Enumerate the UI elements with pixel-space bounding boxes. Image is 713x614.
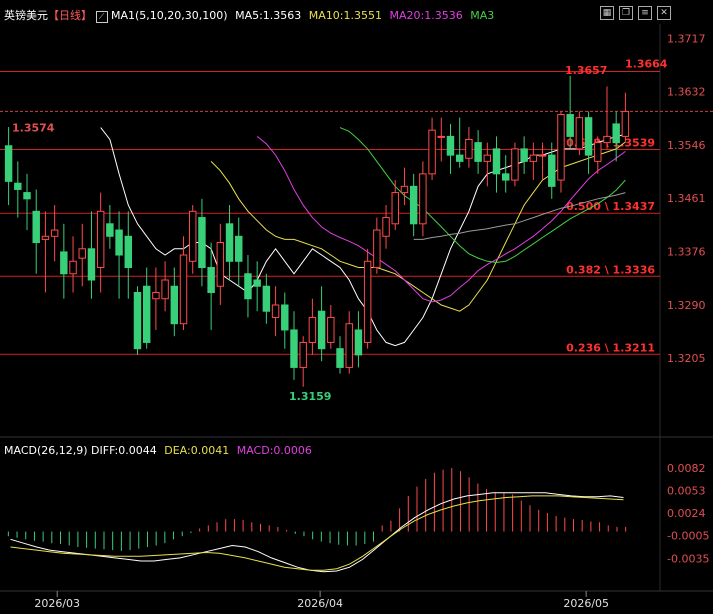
candle-up <box>557 114 565 181</box>
candle-down <box>492 148 501 175</box>
candle-up <box>391 192 399 225</box>
candle-up <box>511 148 519 181</box>
top-line-label: 1.3664 <box>625 57 668 70</box>
candle-down <box>207 267 215 293</box>
candle-up <box>538 154 547 157</box>
macd-tick-label: 0.0082 <box>667 462 706 475</box>
candle-up <box>400 185 409 194</box>
candle-up <box>179 254 188 325</box>
candle-down <box>4 145 13 182</box>
candle-down <box>290 329 298 368</box>
fib-level-label: 0.500 \ 1.3437 <box>566 200 655 213</box>
candle-up <box>271 304 280 318</box>
candle-up <box>373 229 381 269</box>
ma100-line <box>413 192 626 240</box>
candle-up <box>428 129 436 175</box>
candle-down <box>225 223 234 262</box>
candle-up <box>621 110 630 137</box>
date-tick-label: 2026/04 <box>297 597 343 610</box>
candle-down <box>281 304 289 331</box>
price-chart[interactable]: 1.3717 1.3632 1.3546 1.3461 1.3376 1.3290 1.32… <box>0 0 713 614</box>
date-tick-label: 2026/03 <box>34 597 80 610</box>
candle-up <box>299 341 307 368</box>
candle-down <box>244 273 252 300</box>
candle-up <box>363 260 372 343</box>
macd-tick-label: 0.0053 <box>667 485 706 498</box>
high-label: 1.3657 <box>565 64 607 77</box>
date-tick-label: 2026/05 <box>563 597 609 610</box>
candle-up <box>382 217 390 237</box>
macd-diff-line <box>10 492 624 573</box>
candle-down <box>253 279 261 287</box>
candle-up <box>483 154 492 162</box>
macd-dea-line <box>10 495 624 571</box>
candle-down <box>446 135 455 156</box>
candle-up <box>575 117 584 150</box>
candle-down <box>336 348 344 368</box>
price-tick-label: 1.3632 <box>667 85 706 98</box>
candle-down <box>409 185 418 225</box>
candle-down <box>23 192 31 200</box>
candle-down <box>14 182 22 190</box>
candle-down <box>354 329 363 356</box>
candle-down <box>133 291 142 350</box>
candle-down <box>501 173 510 181</box>
candle-up <box>327 316 335 343</box>
candle-up <box>437 135 446 138</box>
candle-up <box>465 139 473 159</box>
candle-down <box>115 229 123 256</box>
candle-down <box>124 235 133 269</box>
candle-down <box>262 285 271 312</box>
price-tick-label: 1.3290 <box>667 299 706 312</box>
candle-up <box>50 229 59 237</box>
candle-up <box>69 260 77 275</box>
macd-tick-label: 0.0024 <box>667 507 706 520</box>
price-tick-label: 1.3546 <box>667 139 706 152</box>
candle-up <box>216 242 225 287</box>
price-tick-label: 1.3205 <box>667 352 706 365</box>
candle-up <box>345 323 353 368</box>
candle-up <box>308 316 317 343</box>
candle-down <box>317 310 326 350</box>
fib-level-label: 0.382 \ 1.3336 <box>566 263 655 276</box>
candle-down <box>584 117 593 156</box>
candle-down <box>566 114 574 137</box>
fib-level-label: 0.236 \ 1.3211 <box>566 341 655 354</box>
candle-up <box>188 210 197 262</box>
macd-tick-label: -0.0035 <box>667 553 709 566</box>
candle-down <box>474 142 482 162</box>
candle-up <box>78 248 86 259</box>
candle-down <box>32 210 40 244</box>
candle-down <box>106 223 114 237</box>
candle-down <box>455 154 464 162</box>
candle-up <box>603 135 611 144</box>
candle-down <box>170 285 179 325</box>
candle-up <box>594 142 602 162</box>
candle-up <box>41 235 50 240</box>
candle-up <box>529 154 538 162</box>
candle-down <box>142 285 151 343</box>
candle-down <box>60 251 68 275</box>
price-tick-label: 1.3461 <box>667 192 706 205</box>
candle-down <box>87 248 96 281</box>
candle-down <box>198 217 206 269</box>
ma5-line <box>100 127 626 347</box>
macd-tick-label: -0.0005 <box>667 529 709 542</box>
candle-down <box>612 123 620 144</box>
price-tick-label: 1.3376 <box>667 245 706 258</box>
candle-down <box>548 154 556 187</box>
left-price-label: 1.3574 <box>12 122 55 135</box>
price-tick-label: 1.3717 <box>667 32 706 45</box>
candle-up <box>161 279 169 300</box>
candle-down <box>235 235 243 262</box>
candle-up <box>96 210 105 269</box>
candle-up <box>419 173 427 225</box>
low-label: 1.3159 <box>289 390 331 403</box>
candle-up <box>152 291 160 300</box>
candle-down <box>520 148 528 162</box>
